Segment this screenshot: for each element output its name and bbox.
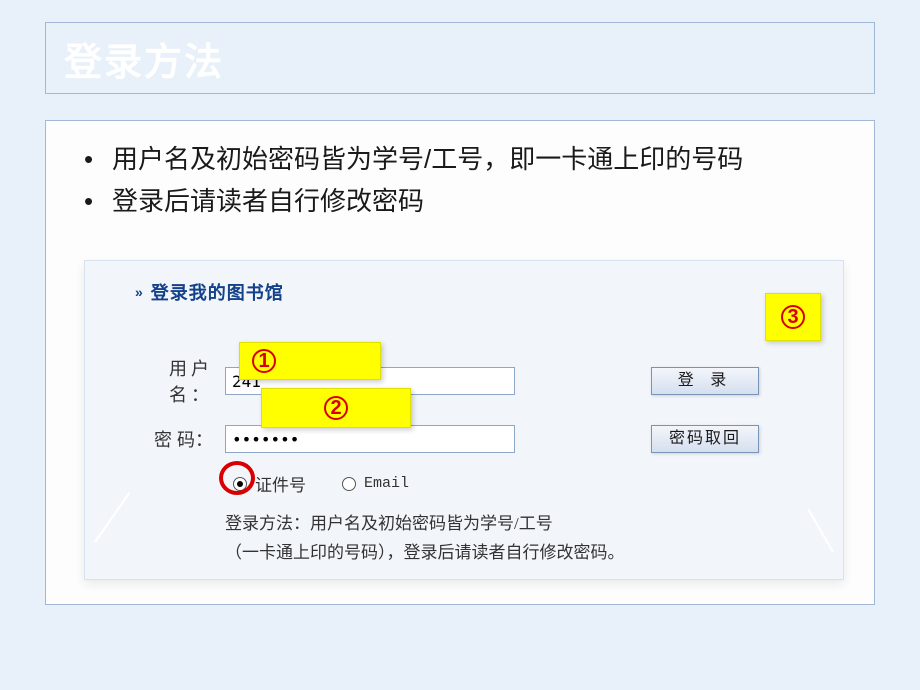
- radio-email-label: Email: [364, 475, 409, 492]
- recover-password-button[interactable]: 密码取回: [651, 425, 759, 453]
- login-panel: » 登录我的图书馆 用户名： 241 登 录 密 码： ••••••• 密码取回…: [84, 260, 844, 580]
- help-text: 登录方法：用户名及初始密码皆为学号/工号 （一卡通上印的号码），登录后请读者自行…: [225, 510, 725, 568]
- radio-email-circle[interactable]: [342, 477, 356, 491]
- bullet-list: 用户名及初始密码皆为学号/工号，即一卡通上印的号码 登录后请读者自行修改密码: [74, 139, 846, 222]
- bullet-item-1: 用户名及初始密码皆为学号/工号，即一卡通上印的号码: [74, 139, 846, 181]
- login-button[interactable]: 登 录: [651, 367, 759, 395]
- help-line-1: 登录方法：用户名及初始密码皆为学号/工号: [225, 510, 725, 539]
- bullet-item-2: 登录后请读者自行修改密码: [74, 181, 846, 223]
- decorative-line-right: [807, 508, 834, 552]
- username-input[interactable]: 241: [225, 367, 515, 395]
- radio-id-label: 证件号: [255, 471, 306, 496]
- password-row: 密 码： ••••••• 密码取回: [135, 425, 819, 453]
- login-header: » 登录我的图书馆: [135, 279, 819, 305]
- arrow-icon: »: [135, 284, 143, 300]
- slide-title-box: 登录方法: [45, 22, 875, 94]
- username-row: 用户名： 241 登 录: [135, 355, 819, 407]
- decorative-line-left: [94, 492, 130, 542]
- slide-title: 登录方法: [64, 31, 224, 86]
- login-title: 登录我的图书馆: [151, 279, 284, 305]
- radio-id-item[interactable]: 证件号: [233, 471, 306, 496]
- username-label: 用户名：: [135, 355, 225, 407]
- radio-row: 证件号 Email: [233, 471, 819, 496]
- password-input[interactable]: •••••••: [225, 425, 515, 453]
- help-line-2: （一卡通上印的号码），登录后请读者自行修改密码。: [225, 539, 725, 568]
- radio-email-item[interactable]: Email: [342, 475, 409, 492]
- password-label: 密 码：: [135, 426, 225, 452]
- slide-content-box: 用户名及初始密码皆为学号/工号，即一卡通上印的号码 登录后请读者自行修改密码 »…: [45, 120, 875, 605]
- radio-id-circle[interactable]: [233, 477, 247, 491]
